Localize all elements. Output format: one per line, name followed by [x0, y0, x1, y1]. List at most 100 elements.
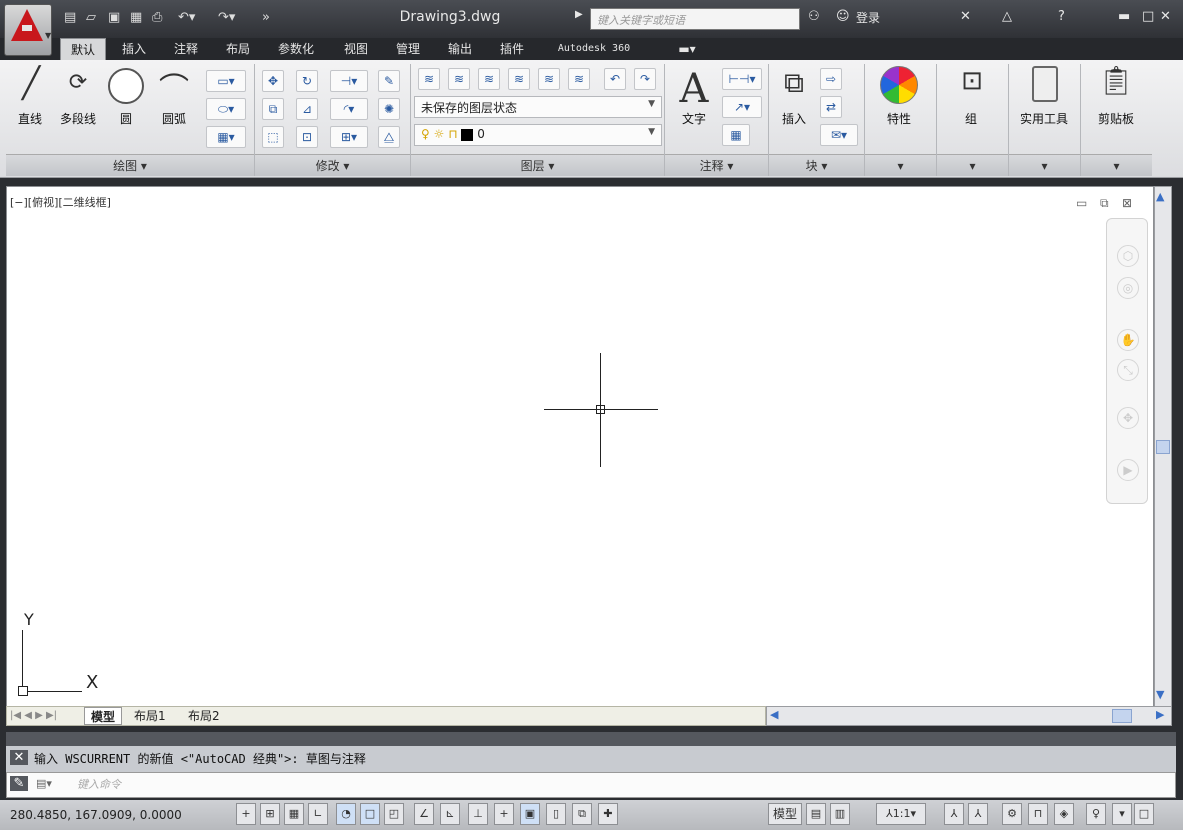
tab-manage[interactable]: 管理	[386, 38, 430, 60]
user-icon[interactable]: ☺	[836, 9, 850, 24]
steering-wheel-icon[interactable]: ◎	[1117, 277, 1139, 299]
move-icon[interactable]: ✥	[262, 70, 284, 92]
polyline-tool-label[interactable]: 多段线	[54, 110, 102, 127]
tab-default[interactable]: 默认	[60, 38, 106, 60]
coordinates-readout[interactable]: 280.4850, 167.0909, 0.0000	[10, 808, 182, 822]
model-space-button[interactable]: 模型	[768, 803, 802, 825]
scroll-right-icon[interactable]: ▶	[1156, 708, 1164, 721]
saveas-icon[interactable]: ▦	[130, 10, 142, 25]
otrack-icon[interactable]: ∠	[414, 803, 434, 825]
circle-icon[interactable]	[108, 68, 144, 104]
offset-icon[interactable]: ⧋	[378, 126, 400, 148]
tab-view[interactable]: 视图	[334, 38, 378, 60]
groups-panel-expander[interactable]: ▾	[937, 154, 1008, 176]
arc-icon[interactable]: ⌒	[154, 64, 194, 108]
command-close-icon[interactable]: ✕	[10, 750, 28, 765]
polar-tracking-icon[interactable]: ◔	[336, 803, 356, 825]
array-icon[interactable]: ⊞▾	[330, 126, 368, 148]
snap-mode-icon[interactable]: ⊞	[260, 803, 280, 825]
lock-ui-icon[interactable]: ⊓	[1028, 803, 1048, 825]
polyline-icon[interactable]: ⟳	[58, 70, 98, 95]
tab-model[interactable]: 模型	[84, 707, 123, 725]
selection-cycling-icon[interactable]: ⧉	[572, 803, 592, 825]
search-input[interactable]: 键入关键字或短语	[590, 8, 800, 30]
stretch-icon[interactable]: ⬚	[262, 126, 284, 148]
scroll-up-icon[interactable]: ▲	[1156, 190, 1164, 203]
viewport-minimize-icon[interactable]: ▭	[1076, 196, 1087, 210]
tab-parametric[interactable]: 参数化	[268, 38, 324, 60]
rectangle-icon[interactable]: ▭▾	[206, 70, 246, 92]
annotation-scale-button[interactable]: ⅄1:1▾	[876, 803, 926, 825]
help-icon[interactable]: ?	[1058, 9, 1065, 24]
layer-properties-icon[interactable]: ≋	[418, 68, 440, 90]
insert-block-icon[interactable]: ⧉	[776, 66, 812, 100]
minimize-icon[interactable]: ▬	[1118, 9, 1130, 24]
trim-icon[interactable]: ⊣▾	[330, 70, 368, 92]
annotation-monitor-icon[interactable]: ✚	[598, 803, 618, 825]
utilities-panel-expander[interactable]: ▾	[1009, 154, 1080, 176]
tab-annotate[interactable]: 注释	[164, 38, 208, 60]
scroll-left-icon[interactable]: ◀	[770, 708, 778, 721]
tab-nav-arrows[interactable]: |◀ ◀ ▶ ▶|	[10, 707, 57, 725]
transparency-icon[interactable]: ▣	[520, 803, 540, 825]
fillet-icon[interactable]: ◜▾	[330, 98, 368, 120]
copy-icon[interactable]: ⧉	[262, 98, 284, 120]
layer-state-dropdown[interactable]: 未保存的图层状态 ▼	[414, 96, 662, 118]
clipboard-panel-expander[interactable]: ▾	[1081, 154, 1152, 176]
group-label[interactable]: 组	[942, 110, 1000, 127]
layer-off-icon[interactable]: ≋	[478, 68, 500, 90]
properties-icon[interactable]	[880, 66, 918, 104]
edit-block-icon[interactable]: ⇄	[820, 96, 842, 118]
insert-label[interactable]: 插入	[774, 110, 814, 127]
print-icon[interactable]: ⎙	[152, 10, 162, 25]
layer-dropdown[interactable]: ♀ ☼ ⊓ 0 ▼	[414, 124, 662, 146]
ortho-mode-icon[interactable]: ∟	[308, 803, 328, 825]
workspace-switch-icon[interactable]: ⚙	[1002, 803, 1022, 825]
viewport-restore-icon[interactable]: ⧉	[1100, 196, 1109, 211]
showmotion-icon[interactable]: ▶	[1117, 459, 1139, 481]
vertical-scroll-thumb[interactable]	[1156, 440, 1170, 454]
ribbon-toggle-icon[interactable]: ▬▾	[670, 38, 704, 60]
application-menu-button[interactable]: ▼	[4, 4, 52, 56]
draw-panel-title[interactable]: 绘图 ▾	[6, 154, 254, 176]
tab-layout2[interactable]: 布局2	[184, 707, 224, 725]
recent-commands-icon[interactable]: ▤▾	[36, 777, 52, 790]
drawing-quickview-icon[interactable]: ▥	[830, 803, 850, 825]
clipboard-label[interactable]: 剪贴板	[1084, 110, 1148, 127]
drawing-canvas[interactable]	[6, 186, 1154, 708]
zoom-extents-icon[interactable]: ⤡	[1117, 359, 1139, 381]
close-icon[interactable]: ✕	[1160, 9, 1171, 24]
layer-lock-icon[interactable]: ≋	[538, 68, 560, 90]
tab-plugins[interactable]: 插件	[490, 38, 534, 60]
layer-walk-icon[interactable]: ↷	[634, 68, 656, 90]
calculator-icon[interactable]	[1032, 66, 1058, 102]
pan-icon[interactable]: ✋	[1117, 329, 1139, 351]
erase-icon[interactable]: ✎	[378, 70, 400, 92]
rotate-icon[interactable]: ↻	[296, 70, 318, 92]
layers-panel-title[interactable]: 图层 ▾	[411, 154, 664, 176]
attribute-icon[interactable]: ✉▾	[820, 124, 858, 146]
annotation-panel-title[interactable]: 注释 ▾	[665, 154, 768, 176]
hardware-acceleration-icon[interactable]: ◈	[1054, 803, 1074, 825]
circle-tool-label[interactable]: 圆	[108, 110, 144, 127]
arc-tool-label[interactable]: 圆弧	[154, 110, 194, 127]
orbit-icon[interactable]: ✥	[1117, 407, 1139, 429]
save-icon[interactable]: ▣	[108, 10, 120, 25]
qat-more-icon[interactable]: »	[262, 10, 270, 25]
utilities-label[interactable]: 实用工具	[1010, 110, 1078, 127]
lineweight-icon[interactable]: +	[494, 803, 514, 825]
command-input[interactable]: 键入命令	[6, 772, 1176, 798]
quick-properties-icon[interactable]: ▯	[546, 803, 566, 825]
tab-insert[interactable]: 插入	[112, 38, 156, 60]
text-icon[interactable]: A	[674, 66, 714, 112]
dynamic-ucs-icon[interactable]: ⊾	[440, 803, 460, 825]
status-menu-icon[interactable]: ▾	[1112, 803, 1132, 825]
object-snap-icon[interactable]: □	[360, 803, 380, 825]
undo-icon[interactable]: ↶▾	[178, 10, 195, 25]
new-icon[interactable]: ▤	[64, 10, 76, 25]
auto-scale-icon[interactable]: ⅄	[968, 803, 988, 825]
table-icon[interactable]: ▦	[722, 124, 750, 146]
line-tool-label[interactable]: 直线	[12, 110, 48, 127]
annotation-visibility-icon[interactable]: ⅄	[944, 803, 964, 825]
explode-icon[interactable]: ✺	[378, 98, 400, 120]
